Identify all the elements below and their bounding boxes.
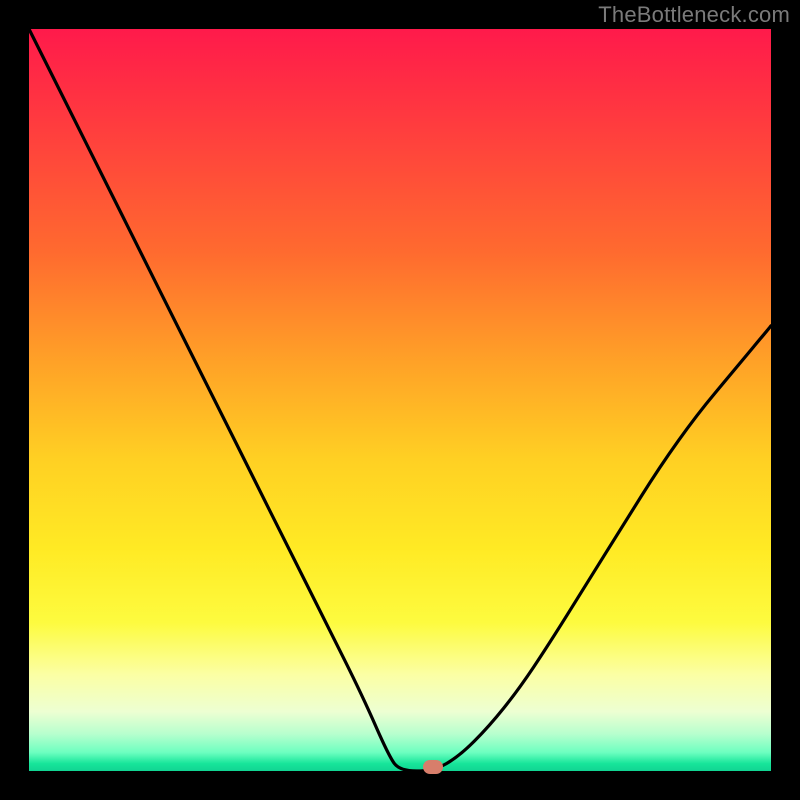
optimal-point-marker [423,760,443,774]
curve-layer [29,29,771,771]
bottleneck-curve [29,29,771,771]
watermark-text: TheBottleneck.com [598,2,790,28]
chart-frame: TheBottleneck.com [0,0,800,800]
